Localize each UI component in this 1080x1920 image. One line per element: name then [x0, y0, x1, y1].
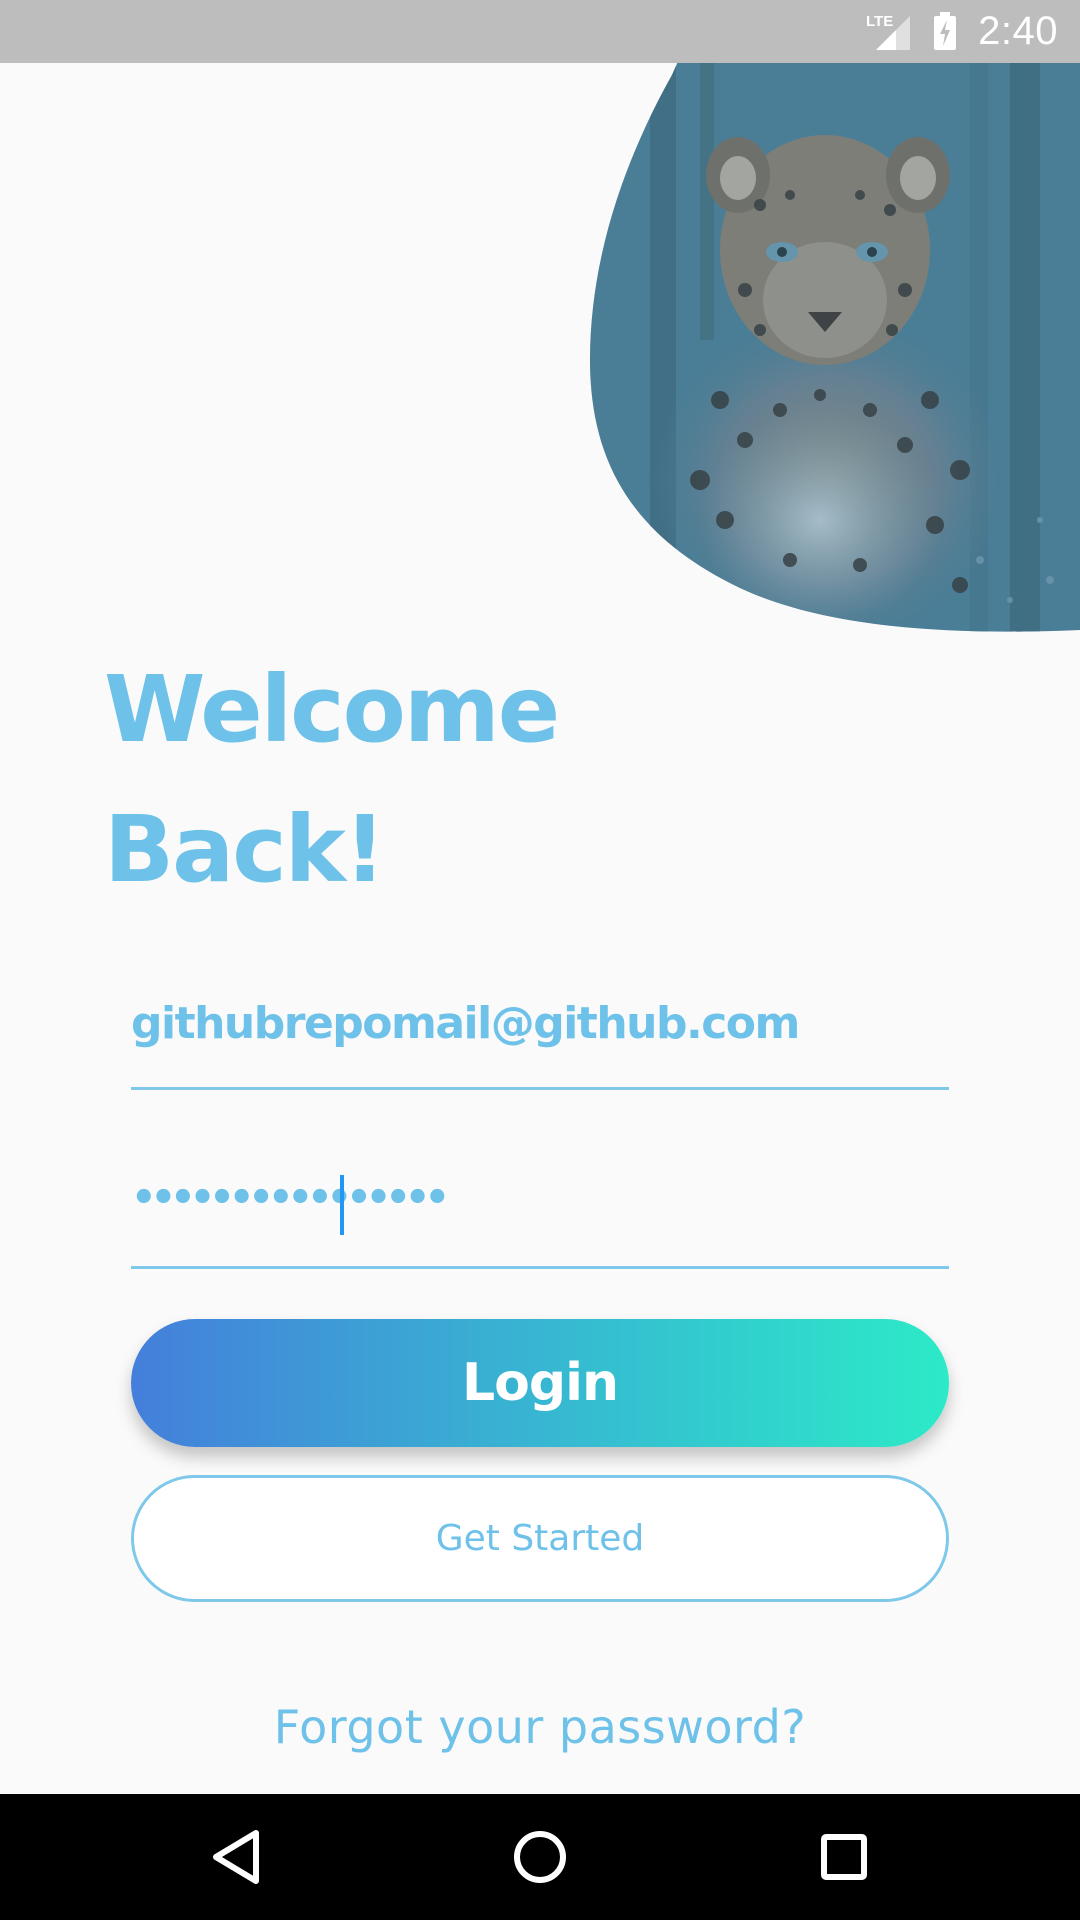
back-button[interactable] — [173, 1794, 299, 1920]
lte-signal-icon: LTE — [866, 12, 912, 52]
home-icon — [514, 1831, 566, 1883]
text-cursor — [340, 1175, 344, 1235]
forgot-password-link[interactable]: Forgot your password? — [0, 1700, 1080, 1754]
get-started-button[interactable]: Get Started — [131, 1475, 949, 1602]
title-line-2: Back! — [104, 796, 386, 903]
recents-icon — [821, 1834, 867, 1880]
leopard-photo — [590, 0, 1080, 632]
status-bar: LTE 2:40 — [0, 0, 1080, 63]
lte-label: LTE — [866, 13, 893, 30]
page-title: Welcome Back! — [104, 640, 560, 920]
status-time: 2:40 — [978, 9, 1058, 53]
status-icons: LTE 2:40 — [866, 0, 1058, 63]
password-field[interactable]: •••••••••••••••• — [131, 1165, 949, 1269]
back-icon — [213, 1830, 259, 1884]
battery-charging-icon — [932, 11, 958, 52]
title-line-1: Welcome — [104, 656, 560, 763]
navigation-bar — [0, 1794, 1080, 1920]
login-button[interactable]: Login — [131, 1319, 949, 1447]
password-value: •••••••••••••••• — [131, 1175, 450, 1221]
email-value: githubrepomail@github.com — [131, 998, 800, 1049]
home-button[interactable] — [477, 1794, 603, 1920]
recents-button[interactable] — [781, 1794, 907, 1920]
email-field[interactable]: githubrepomail@github.com — [131, 990, 949, 1090]
